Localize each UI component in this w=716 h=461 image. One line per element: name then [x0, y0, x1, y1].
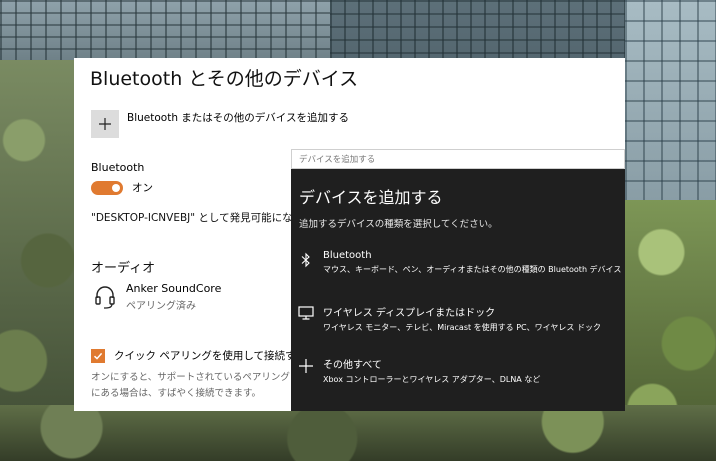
headset-icon	[94, 284, 118, 310]
dialog-heading: デバイスを追加する	[299, 188, 443, 207]
discoverable-text: "DESKTOP-ICNVEBJ" として発見可能になりま	[91, 212, 314, 224]
bluetooth-toggle[interactable]	[91, 180, 123, 195]
background-building-left	[0, 0, 330, 60]
option-description: Xbox コントローラーとワイヤレス アダプター、DLNA など	[323, 375, 541, 384]
option-title: Bluetooth	[323, 250, 372, 261]
toggle-state-label: オン	[132, 182, 153, 194]
option-title: ワイヤレス ディスプレイまたはドック	[323, 308, 496, 319]
plus-icon	[291, 356, 321, 385]
audio-section-heading: オーディオ	[91, 261, 156, 276]
option-bluetooth[interactable]: Bluetooth マウス、キーボード、ペン、オーディオまたはその他の種類の B…	[291, 250, 625, 275]
option-wireless-display[interactable]: ワイヤレス ディスプレイまたはドック ワイヤレス モニター、テレビ、Miraca…	[291, 304, 625, 333]
monitor-icon	[291, 304, 321, 333]
background-trees-bottom	[0, 405, 716, 461]
option-everything-else[interactable]: その他すべて Xbox コントローラーとワイヤレス アダプター、DLNA など	[291, 356, 625, 385]
dialog-subtitle: 追加するデバイスの種類を選択してください。	[299, 219, 498, 230]
checkmark-icon	[93, 352, 103, 360]
bluetooth-label: Bluetooth	[91, 161, 145, 174]
swift-pair-checkbox[interactable]	[91, 348, 105, 363]
add-device-button[interactable]: Bluetooth またはその他のデバイスを追加する	[91, 110, 349, 138]
option-description: マウス、キーボード、ペン、オーディオまたはその他の種類の Bluetooth デ…	[323, 265, 622, 274]
add-device-dialog: デバイスを追加する デバイスを追加する 追加するデバイスの種類を選択してください…	[291, 149, 625, 411]
dialog-titlebar[interactable]: デバイスを追加する	[291, 149, 625, 169]
device-item-anker-soundcore[interactable]: Anker SoundCore ペアリング済み	[94, 282, 221, 312]
device-status: ペアリング済み	[126, 301, 196, 312]
background-trees-left	[0, 60, 80, 461]
device-name: Anker SoundCore	[126, 282, 222, 295]
option-description: ワイヤレス モニター、テレビ、Miracast を使用する PC、ワイヤレス ド…	[323, 323, 601, 332]
add-device-label: Bluetooth またはその他のデバイスを追加する	[127, 111, 349, 124]
add-plus-icon	[91, 110, 119, 138]
page-title: Bluetooth とその他のデバイス	[90, 68, 359, 90]
bluetooth-icon	[291, 250, 321, 275]
option-title: その他すべて	[323, 360, 382, 371]
bluetooth-toggle-row: オン	[91, 180, 153, 195]
toggle-knob	[112, 183, 120, 192]
